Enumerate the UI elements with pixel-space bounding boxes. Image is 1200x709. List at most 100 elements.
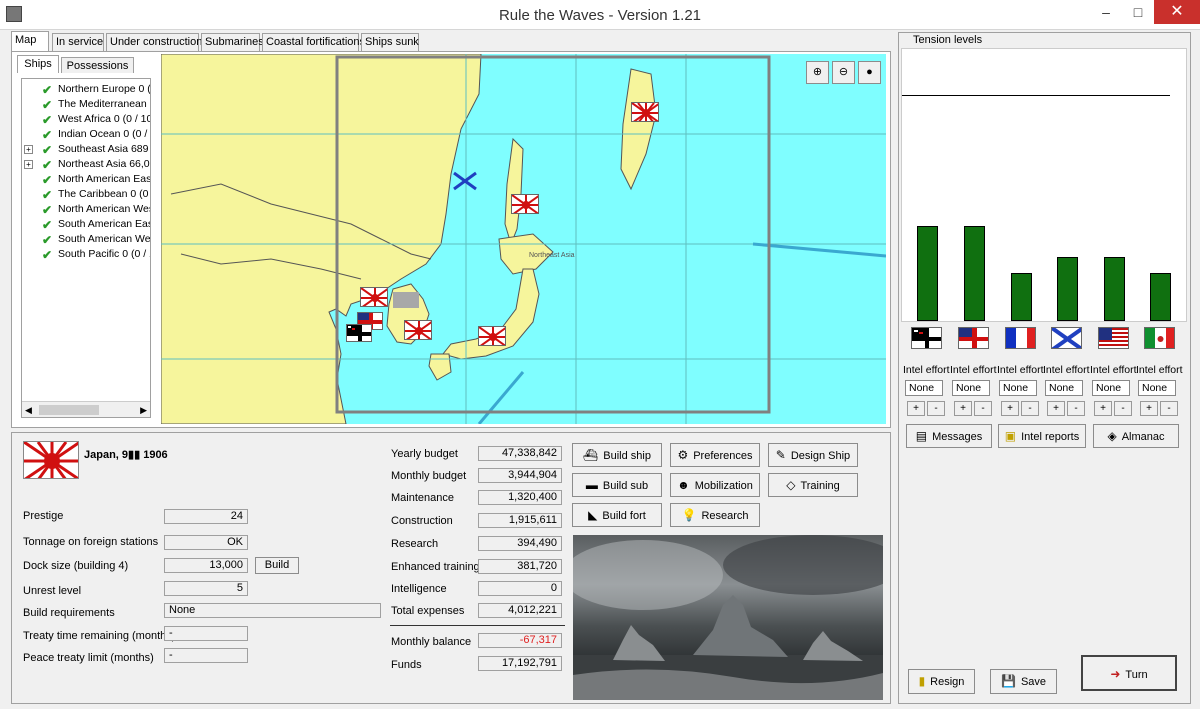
training-icon: ◇ xyxy=(786,478,796,492)
build-dock-button[interactable]: Build xyxy=(255,557,299,574)
tab-map[interactable]: Map xyxy=(11,31,49,52)
map-svg[interactable] xyxy=(161,54,886,424)
japan-flag-marker[interactable] xyxy=(404,320,432,340)
save-button[interactable]: 💾 Save xyxy=(990,669,1057,694)
increase-intel-button[interactable]: + xyxy=(907,401,925,416)
checkmark-icon[interactable]: ✔ xyxy=(42,143,52,158)
checkmark-icon[interactable]: ✔ xyxy=(42,233,52,248)
intel-effort-label: Intel effort xyxy=(997,364,1044,376)
russian-naval-marker[interactable] xyxy=(452,171,478,191)
checkmark-icon[interactable]: ✔ xyxy=(42,128,52,143)
region-item[interactable]: ✔ North American Wes xyxy=(22,202,150,217)
world-map[interactable]: Northeast Asia ⊕ ⊖ ● xyxy=(161,54,886,424)
region-item[interactable]: ✔ South American Wes xyxy=(22,232,150,247)
turn-button[interactable]: ➜ Turn xyxy=(1081,655,1177,691)
decrease-intel-button[interactable]: - xyxy=(1021,401,1039,416)
region-label: North American Wes xyxy=(58,203,151,215)
preferences-icon: ⚙ xyxy=(677,448,689,462)
zoom-in-icon[interactable]: ⊕ xyxy=(806,61,829,84)
german-flag-marker[interactable] xyxy=(346,324,372,342)
leased-territory-marker[interactable] xyxy=(393,292,419,308)
intel-effort-select[interactable]: None xyxy=(999,380,1037,396)
close-button[interactable]: ✕ xyxy=(1154,0,1200,24)
region-item[interactable]: ✔ North American East xyxy=(22,172,150,187)
subtab-possessions[interactable]: Possessions xyxy=(61,57,134,73)
checkmark-icon[interactable]: ✔ xyxy=(42,248,52,263)
scroll-right-icon[interactable]: ▶ xyxy=(140,405,147,416)
checkmark-icon[interactable]: ✔ xyxy=(42,83,52,98)
build-sub-button[interactable]: ▬ Build sub xyxy=(572,473,662,497)
intel-effort-select[interactable]: None xyxy=(952,380,990,396)
maximize-button[interactable]: □ xyxy=(1122,0,1154,24)
checkmark-icon[interactable]: ✔ xyxy=(42,173,52,188)
minimize-button[interactable]: – xyxy=(1090,0,1122,24)
intel-effort-label: Intel effort xyxy=(903,364,950,376)
region-item[interactable]: + ✔ Northeast Asia 66,00 xyxy=(22,157,150,172)
region-item[interactable]: ✔ Indian Ocean 0 (0 / ' xyxy=(22,127,150,142)
region-item[interactable]: ✔ West Africa 0 (0 / 10 xyxy=(22,112,150,127)
decrease-intel-button[interactable]: - xyxy=(1067,401,1085,416)
build-fort-button[interactable]: ◣ Build fort xyxy=(572,503,662,527)
russian-st-andrew-flag xyxy=(1051,327,1082,349)
ink-drop-icon[interactable]: ● xyxy=(858,61,881,84)
increase-intel-button[interactable]: + xyxy=(1094,401,1112,416)
resign-button[interactable]: ▮ Resign xyxy=(908,669,975,694)
messages-icon: ▤ xyxy=(915,429,928,443)
region-item[interactable]: ✔ Northern Europe 0 (0 xyxy=(22,82,150,97)
region-item[interactable]: + ✔ Southeast Asia 689 ( xyxy=(22,142,150,157)
tab-in-service[interactable]: In service xyxy=(52,33,104,51)
increase-intel-button[interactable]: + xyxy=(1047,401,1065,416)
increase-intel-button[interactable]: + xyxy=(1140,401,1158,416)
region-item[interactable]: ✔ South Pacific 0 (0 / 1 xyxy=(22,247,150,262)
research-button[interactable]: 💡 Research xyxy=(670,503,760,527)
scroll-left-icon[interactable]: ◀ xyxy=(25,405,32,416)
build-ship-button[interactable]: ⛴ Build ship xyxy=(572,443,662,467)
intel-effort-select[interactable]: None xyxy=(905,380,943,396)
tab-ships-sunk[interactable]: Ships sunk xyxy=(361,33,419,51)
tonnage-value: OK xyxy=(164,535,248,550)
tab-coastal-fortifications[interactable]: Coastal fortifications xyxy=(262,33,365,51)
build-fort-label: Build fort xyxy=(602,510,646,522)
almanac-label: Almanac xyxy=(1121,431,1165,443)
decrease-intel-button[interactable]: - xyxy=(927,401,945,416)
expand-icon[interactable]: + xyxy=(24,160,33,169)
intel-effort-select[interactable]: None xyxy=(1138,380,1176,396)
japan-flag-marker[interactable] xyxy=(360,287,388,307)
increase-intel-button[interactable]: + xyxy=(1001,401,1019,416)
intel-effort-select[interactable]: None xyxy=(1092,380,1130,396)
save-icon: 💾 xyxy=(1000,674,1016,688)
almanac-button[interactable]: ◈ Almanac xyxy=(1093,424,1179,448)
region-item[interactable]: ✔ South American East xyxy=(22,217,150,232)
checkmark-icon[interactable]: ✔ xyxy=(42,113,52,128)
scroll-thumb[interactable] xyxy=(39,405,99,415)
region-item[interactable]: ✔ The Caribbean 0 (0 / xyxy=(22,187,150,202)
decrease-intel-button[interactable]: - xyxy=(1114,401,1132,416)
subtab-ships[interactable]: Ships xyxy=(17,55,59,73)
checkmark-icon[interactable]: ✔ xyxy=(42,98,52,113)
tab-under-construction[interactable]: Under construction xyxy=(106,33,202,51)
checkmark-icon[interactable]: ✔ xyxy=(42,218,52,233)
tab-submarines[interactable]: Submarines xyxy=(201,33,264,51)
tree-horizontal-scrollbar[interactable]: ◀ ▶ xyxy=(22,401,150,417)
increase-intel-button[interactable]: + xyxy=(954,401,972,416)
region-item[interactable]: ✔ The Mediterranean 0 xyxy=(22,97,150,112)
expand-icon[interactable]: + xyxy=(24,145,33,154)
japan-flag-marker[interactable] xyxy=(478,326,506,346)
decrease-intel-button[interactable]: - xyxy=(1160,401,1178,416)
japan-flag-marker[interactable] xyxy=(631,102,659,122)
mobilization-button[interactable]: ☻ Mobilization xyxy=(670,473,760,497)
date-mark: ▮▮ xyxy=(128,449,141,461)
training-button[interactable]: ◇ Training xyxy=(768,473,858,497)
checkmark-icon[interactable]: ✔ xyxy=(42,158,52,173)
checkmark-icon[interactable]: ✔ xyxy=(42,188,52,203)
decrease-intel-button[interactable]: - xyxy=(974,401,992,416)
zoom-out-icon[interactable]: ⊖ xyxy=(832,61,855,84)
preferences-button[interactable]: ⚙ Preferences xyxy=(670,443,760,467)
intel-effort-select[interactable]: None xyxy=(1045,380,1083,396)
intel-reports-button[interactable]: ▣ Intel reports xyxy=(998,424,1086,448)
japan-flag-marker[interactable] xyxy=(511,194,539,214)
maintenance-value: 1,320,400 xyxy=(478,490,562,505)
messages-button[interactable]: ▤ Messages xyxy=(906,424,992,448)
design-ship-button[interactable]: ✎ Design Ship xyxy=(768,443,858,467)
checkmark-icon[interactable]: ✔ xyxy=(42,203,52,218)
